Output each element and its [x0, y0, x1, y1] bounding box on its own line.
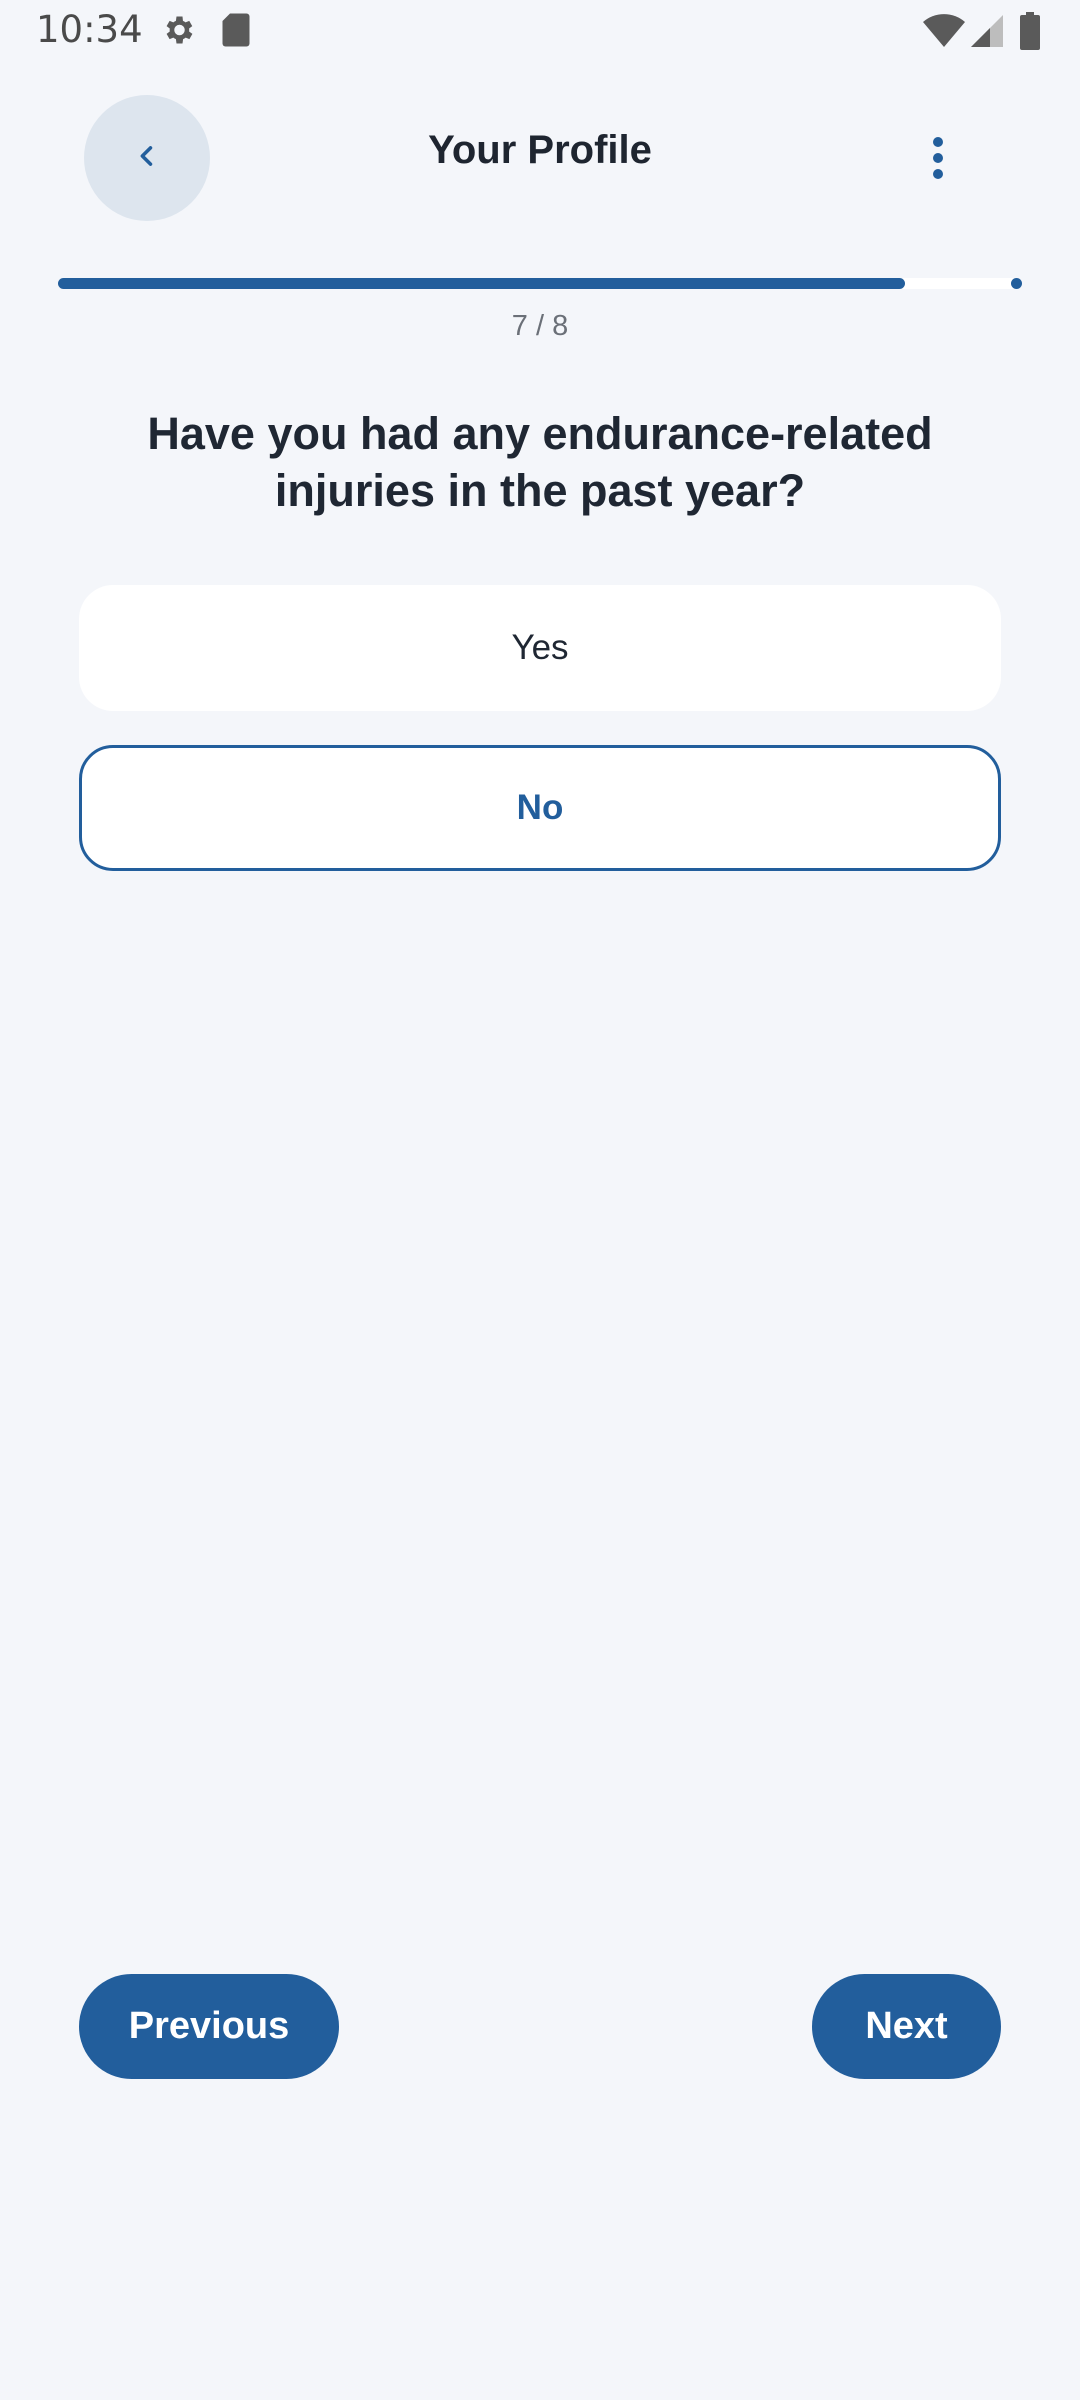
next-button-label: Next [865, 2005, 948, 2047]
status-bar: 10:34 [0, 0, 1080, 64]
wifi-icon [922, 14, 966, 53]
option-no[interactable]: No [79, 745, 1001, 871]
progress-label: 7 / 8 [511, 310, 569, 342]
progress-bar [58, 278, 1020, 289]
question-text: Have you had any endurance-related injur… [147, 408, 933, 516]
previous-button-label: Previous [128, 2005, 290, 2047]
more-vert-icon [912, 137, 964, 198]
sd-card-icon [220, 12, 252, 53]
more-options-button[interactable] [912, 122, 964, 194]
previous-button[interactable]: Previous [79, 1974, 339, 2079]
option-no-label: No [516, 788, 564, 827]
settings-icon [160, 12, 196, 53]
next-button[interactable]: Next [812, 1974, 1001, 2079]
progress-end-dot [1011, 278, 1022, 289]
progress-fill [58, 278, 905, 289]
option-yes[interactable]: Yes [79, 585, 1001, 711]
option-yes-label: Yes [511, 628, 569, 667]
status-time: 10:34 [36, 8, 143, 51]
battery-icon [1020, 12, 1040, 55]
signal-icon [970, 14, 1004, 53]
